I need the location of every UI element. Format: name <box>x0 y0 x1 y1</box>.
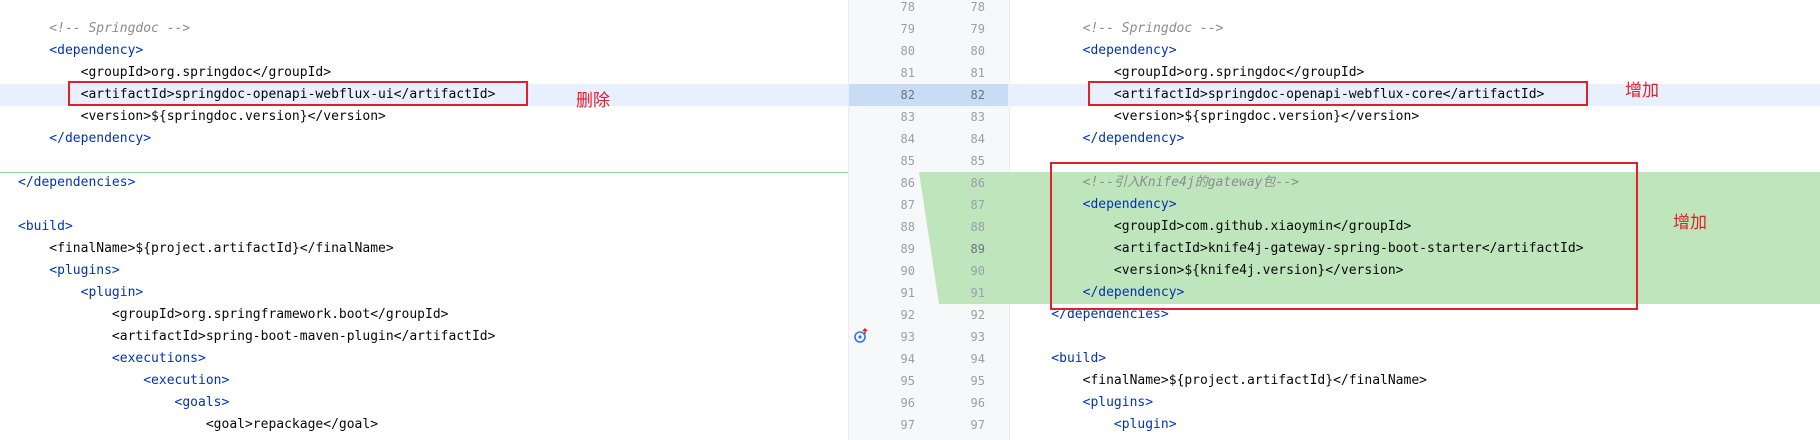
code-line-92: <groupId>org.springframework.boot</group… <box>18 307 449 322</box>
left-line-number: 84 <box>900 132 915 146</box>
right-line-number: 90 <box>970 264 985 278</box>
code-line-97: <plugin> <box>1020 417 1177 432</box>
code-line-79: <!-- Springdoc --> <box>18 21 191 36</box>
right-line-number: 88 <box>970 220 985 234</box>
left-line-number: 86 <box>900 176 915 190</box>
add-annotation-1: 增加 <box>1625 81 1659 101</box>
code-line-90: <plugins> <box>18 263 120 278</box>
left-line-number: 81 <box>900 66 915 80</box>
right-line-number: 81 <box>970 66 985 80</box>
implement-override-icon[interactable] <box>853 328 869 344</box>
right-line-number: 83 <box>970 110 985 124</box>
right-line-number: 96 <box>970 396 985 410</box>
code-line-95: <finalName>${project.artifactId}</finalN… <box>1020 373 1427 388</box>
right-line-number: 97 <box>970 418 985 432</box>
right-line-number: 84 <box>970 132 985 146</box>
right-line-number: 92 <box>970 308 985 322</box>
code-line-83: <version>${springdoc.version}</version> <box>18 109 386 124</box>
code-line-93: <artifactId>spring-boot-maven-plugin</ar… <box>18 329 496 344</box>
left-line-number: 89 <box>900 242 915 256</box>
left-line-number: 83 <box>900 110 915 124</box>
left-line-number: 94 <box>900 352 915 366</box>
code-line-95: <execution> <box>18 373 230 388</box>
code-line-83: <version>${springdoc.version}</version> <box>1020 109 1420 124</box>
right-line-number: 78 <box>970 0 985 14</box>
code-line-79: <!-- Springdoc --> <box>1020 21 1224 36</box>
right-line-number: 91 <box>970 286 985 300</box>
right-line-number: 95 <box>970 374 985 388</box>
right-line-number: 86 <box>970 176 985 190</box>
left-line-number: 80 <box>900 44 915 58</box>
code-line-94: <executions> <box>18 351 206 366</box>
left-line-number: 97 <box>900 418 915 432</box>
code-line-96: <goals> <box>18 395 230 410</box>
code-line-84: </dependency> <box>18 131 152 146</box>
left-line-number: 82 <box>900 88 915 102</box>
left-line-number: 91 <box>900 286 915 300</box>
right-line-number: 89 <box>970 242 985 256</box>
code-line-88: <build> <box>18 219 73 234</box>
code-line-91: <plugin> <box>18 285 144 300</box>
right-line-number: 85 <box>970 154 985 168</box>
left-line-number: 90 <box>900 264 915 278</box>
code-line-97: <goal>repackage</goal> <box>18 417 379 432</box>
line-number-gutter: 78 79 80 81 82 83 84 85 86 87 88 89 90 9… <box>848 0 1010 440</box>
diff-connector <box>919 172 1009 304</box>
code-line-96: <plugins> <box>1020 395 1154 410</box>
deleted-line-box <box>68 81 528 106</box>
delete-annotation: 删除 <box>576 91 610 111</box>
right-line-number: 94 <box>970 352 985 366</box>
left-line-number: 85 <box>900 154 915 168</box>
left-line-number: 92 <box>900 308 915 322</box>
left-line-number: 79 <box>900 22 915 36</box>
right-editor-pane[interactable]: <!-- Springdoc --> <dependency> <groupId… <box>1008 0 1820 440</box>
code-line-89: <finalName>${project.artifactId}</finalN… <box>18 241 394 256</box>
add-annotation-2: 增加 <box>1673 213 1707 233</box>
right-line-number: 79 <box>970 22 985 36</box>
right-line-number: 82 <box>970 88 985 102</box>
added-block-box <box>1050 162 1638 310</box>
right-line-number: 80 <box>970 44 985 58</box>
code-line-80: <dependency> <box>1020 43 1177 58</box>
right-line-number: 93 <box>970 330 985 344</box>
code-line-94: <build> <box>1020 351 1107 366</box>
code-line-86: </dependencies> <box>18 175 136 190</box>
left-line-number: 78 <box>900 0 915 14</box>
left-line-number: 93 <box>900 330 915 344</box>
left-line-number: 87 <box>900 198 915 212</box>
left-editor-pane[interactable]: <!-- Springdoc --> <dependency> <groupId… <box>0 0 848 440</box>
left-line-number: 96 <box>900 396 915 410</box>
right-line-number: 87 <box>970 198 985 212</box>
code-line-80: <dependency> <box>18 43 144 58</box>
left-line-number: 95 <box>900 374 915 388</box>
code-line-84: </dependency> <box>1020 131 1185 146</box>
left-line-number: 88 <box>900 220 915 234</box>
modified-line-box <box>1088 81 1588 106</box>
